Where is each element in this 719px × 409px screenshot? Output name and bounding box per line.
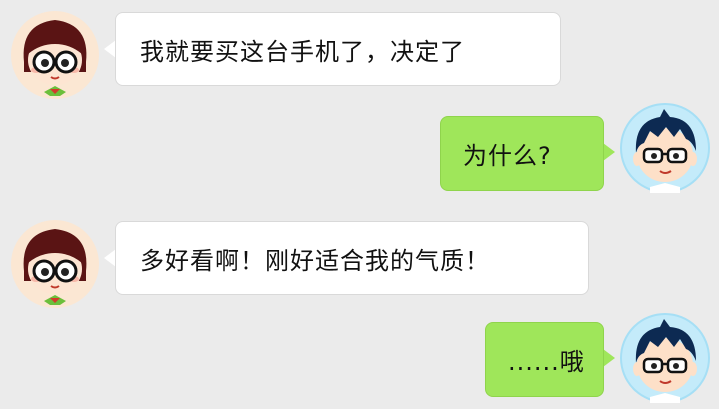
message-text: 为什么?: [463, 142, 552, 170]
boy-glasses-avatar-icon: [620, 313, 710, 403]
message-bubble-received[interactable]: 多好看啊！刚好适合我的气质！: [115, 221, 589, 295]
girl-avatar[interactable]: [10, 219, 100, 309]
boy-avatar[interactable]: [620, 103, 710, 193]
message-bubble-received[interactable]: 我就要买这台手机了，决定了: [115, 12, 561, 86]
bubble-tail: [603, 349, 615, 367]
girl-glasses-avatar-icon: [10, 219, 100, 309]
message-text: ......哦: [508, 348, 585, 376]
message-bubble-sent[interactable]: ......哦: [485, 322, 604, 397]
message-text: 我就要买这台手机了，决定了: [140, 37, 465, 66]
boy-avatar[interactable]: [620, 313, 710, 403]
girl-avatar[interactable]: [10, 10, 100, 100]
message-bubble-sent[interactable]: 为什么?: [440, 116, 604, 191]
girl-glasses-avatar-icon: [10, 10, 100, 100]
bubble-tail: [603, 143, 615, 161]
chat-conversation: 我就要买这台手机了，决定了 为什么? 多好看啊！刚好适合我的气质！ ......…: [0, 0, 719, 409]
boy-glasses-avatar-icon: [620, 103, 710, 193]
message-text: 多好看啊！刚好适合我的气质！: [140, 246, 490, 275]
